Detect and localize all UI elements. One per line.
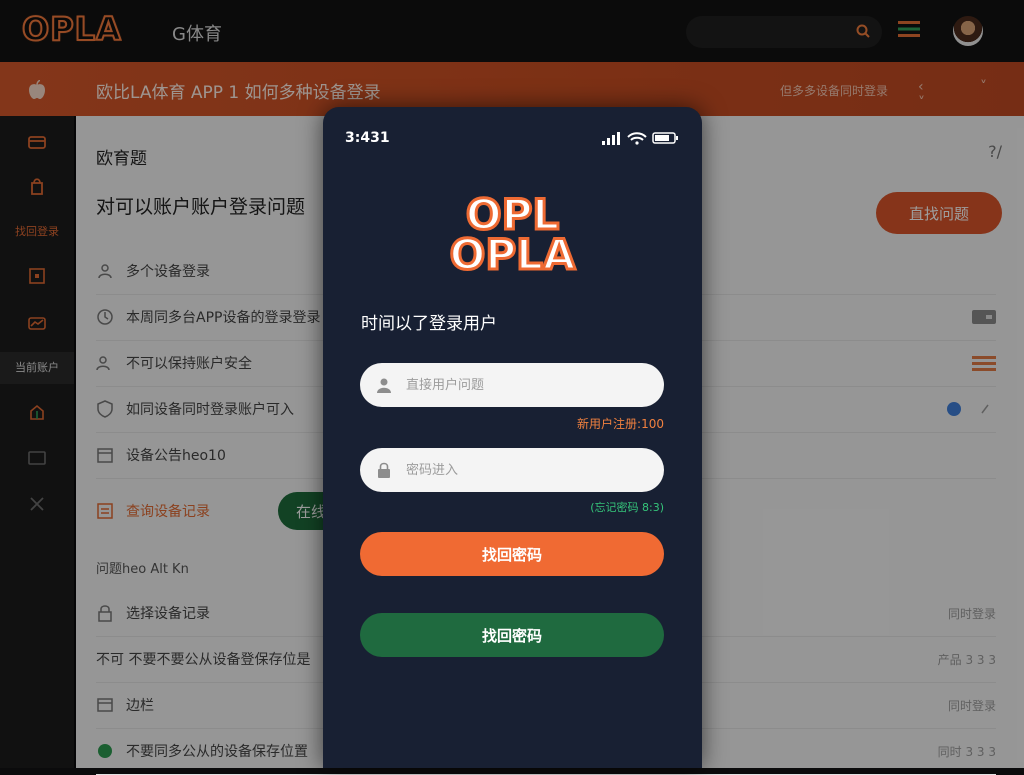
password-field[interactable] <box>360 448 664 492</box>
user-icon <box>377 378 391 393</box>
status-time: 3:431 <box>345 130 390 146</box>
forgot-password-hint[interactable]: (忘记密码 8:3) <box>590 499 664 515</box>
modal-logo: OPL OPLA <box>323 190 702 279</box>
login-modal: 3:431 OPL OPLA 时间以了登录用户 新用户注册:100 (忘记密码 … <box>323 107 702 768</box>
lock-icon <box>378 462 390 478</box>
modal-heading: 时间以了登录用户 <box>361 314 497 334</box>
modal-logo-line2: OPLA <box>448 230 577 279</box>
username-field[interactable] <box>360 363 664 407</box>
status-icons <box>602 132 678 145</box>
register-hint[interactable]: 新用户注册:100 <box>577 415 664 432</box>
modal-logo-line1: OPL <box>464 190 560 239</box>
username-input[interactable] <box>404 376 648 394</box>
password-input[interactable] <box>404 461 648 479</box>
recover-password-button[interactable]: 找回密码 <box>360 532 664 576</box>
recover-password-secondary-button[interactable]: 找回密码 <box>360 613 664 657</box>
